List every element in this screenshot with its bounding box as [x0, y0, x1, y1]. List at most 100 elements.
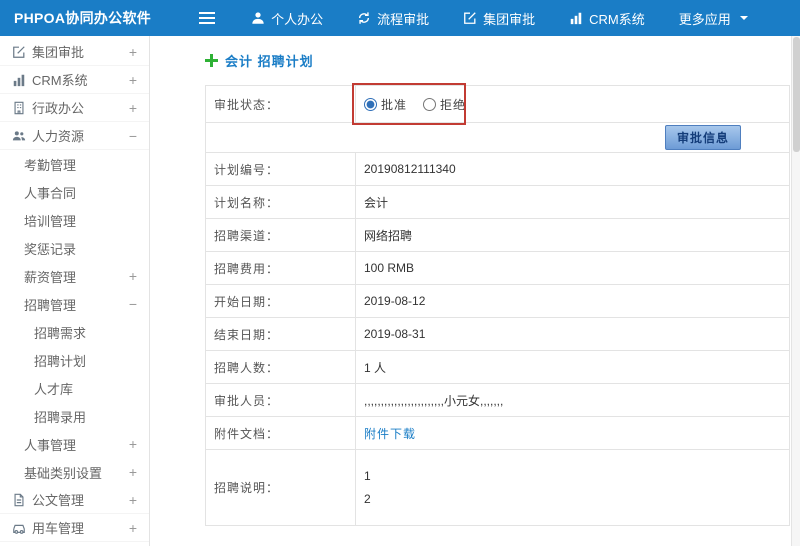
- sidebar-item-label: 用车管理: [32, 521, 85, 536]
- nav-label: 个人办公: [271, 11, 324, 27]
- sidebar-item-hr-contract[interactable]: 人事合同: [0, 178, 149, 206]
- sidebar-item-label: 基础类别设置: [24, 465, 103, 481]
- expand-icon[interactable]: +: [129, 72, 137, 88]
- sidebar-item-training-mgmt[interactable]: 培训管理: [0, 206, 149, 234]
- remark-line: 2: [364, 491, 371, 506]
- expand-icon[interactable]: +: [129, 492, 137, 508]
- sidebar-item-recruit-plan[interactable]: 招聘计划: [0, 346, 149, 374]
- nav-personal-office[interactable]: 个人办公: [251, 9, 323, 28]
- field-value: 批准 拒绝: [352, 83, 789, 125]
- page-title-text: 会计 招聘计划: [225, 54, 314, 69]
- table-row-action: 审批信息: [206, 123, 789, 153]
- sidebar-item-salary-mgmt[interactable]: 薪资管理 +: [0, 262, 149, 290]
- sidebar-item-reward-records[interactable]: 奖惩记录: [0, 234, 149, 262]
- sidebar-item-label: CRM系统: [32, 73, 88, 88]
- sidebar-item-label: 集团审批: [32, 45, 85, 60]
- table-row-headcount: 招聘人数： 1 人: [206, 351, 789, 384]
- table-row-recruit-channel: 招聘渠道： 网络招聘: [206, 219, 789, 252]
- sidebar-item-document-mgmt[interactable]: 公文管理 +: [0, 486, 149, 514]
- table-row-approvers: 审批人员： ,,,,,,,,,,,,,,,,,,,,,,,,小元女,,,,,,,: [206, 384, 789, 417]
- field-value: ,,,,,,,,,,,,,,,,,,,,,,,,小元女,,,,,,,: [364, 393, 504, 408]
- expand-icon[interactable]: +: [129, 100, 137, 116]
- table-row-plan-number: 计划编号： 20190812111340: [206, 153, 789, 186]
- sidebar-item-label: 考勤管理: [24, 157, 77, 173]
- sidebar-item-label: 人事合同: [24, 185, 77, 201]
- field-label: 开始日期：: [206, 285, 356, 317]
- nav-workflow-approval[interactable]: 流程审批: [357, 9, 429, 28]
- approve-radio-label: 批准: [381, 97, 408, 112]
- attachment-download-link[interactable]: 附件下载: [364, 425, 416, 442]
- vertical-scrollbar[interactable]: [791, 36, 800, 546]
- nav-label: 更多应用: [678, 11, 731, 27]
- field-value: 1 人: [364, 360, 387, 375]
- top-navigation: 个人办公 流程审批 集团审批 CRM系统 更多应用: [251, 9, 749, 28]
- sidebar-item-group-approval[interactable]: 集团审批 +: [0, 38, 149, 66]
- expand-icon[interactable]: +: [129, 268, 137, 284]
- expand-icon[interactable]: +: [129, 44, 137, 60]
- approve-radio[interactable]: 批准: [364, 96, 407, 113]
- sidebar-item-recruit-demand[interactable]: 招聘需求: [0, 318, 149, 346]
- nav-label: 流程审批: [377, 11, 430, 27]
- field-label: 审批人员：: [206, 384, 356, 416]
- sidebar-item-label: 招聘计划: [34, 353, 87, 369]
- sidebar-item-label: 招聘需求: [34, 325, 87, 341]
- field-label: 招聘说明：: [206, 450, 356, 525]
- hamburger-menu-icon[interactable]: [199, 11, 216, 25]
- sidebar-item-label: 招聘管理: [24, 297, 77, 313]
- sidebar-item-admin-office[interactable]: 行政办公 +: [0, 94, 149, 122]
- sidebar-item-label: 人才库: [34, 381, 74, 397]
- sidebar-item-personnel-mgmt[interactable]: 人事管理 +: [0, 430, 149, 458]
- field-value: 2019-08-31: [364, 327, 426, 341]
- field-value: 20190812111340: [364, 162, 456, 176]
- nav-group-approval[interactable]: 集团审批: [463, 9, 535, 28]
- table-row-status: 审批状态： 批准 拒绝: [206, 83, 789, 125]
- sidebar-item-label: 招聘录用: [34, 409, 87, 425]
- expand-icon[interactable]: +: [129, 464, 137, 480]
- add-icon: [205, 54, 218, 67]
- topbar: PHPOA协同办公软件 个人办公 流程审批 集团审批 CRM系统 更多应用: [0, 0, 800, 36]
- expand-icon[interactable]: +: [129, 520, 137, 536]
- sidebar-item-vehicle-mgmt[interactable]: 用车管理 +: [0, 514, 149, 542]
- sidebar-item-label: 行政办公: [32, 101, 85, 116]
- sidebar-item-label: 公文管理: [32, 493, 85, 508]
- sidebar-item-recruitment-mgmt[interactable]: 招聘管理 −: [0, 290, 149, 318]
- sidebar-item-base-category-settings[interactable]: 基础类别设置 +: [0, 458, 149, 486]
- reject-radio-input[interactable]: [423, 97, 437, 111]
- sidebar-item-crm-system[interactable]: CRM系统 +: [0, 66, 149, 94]
- nav-crm-system[interactable]: CRM系统: [569, 9, 645, 28]
- table-row-start-date: 开始日期： 2019-08-12: [206, 285, 789, 318]
- nav-more-apps[interactable]: 更多应用: [679, 9, 749, 28]
- field-label: 计划编号：: [206, 153, 356, 185]
- users-icon: [12, 129, 32, 143]
- scrollbar-thumb[interactable]: [793, 37, 800, 152]
- field-value: 1 2: [356, 450, 789, 525]
- sidebar-item-talent-pool[interactable]: 人才库: [0, 374, 149, 402]
- chart-icon: [12, 73, 32, 87]
- sidebar-item-label: 薪资管理: [24, 269, 77, 285]
- field-value: 2019-08-12: [364, 294, 426, 308]
- doc-icon: [12, 493, 32, 507]
- approve-info-button[interactable]: 审批信息: [664, 125, 741, 150]
- sidebar-item-label: 培训管理: [24, 213, 77, 229]
- expand-icon[interactable]: +: [129, 436, 137, 452]
- field-label: 招聘费用：: [206, 252, 356, 284]
- page-title: 会计 招聘计划: [205, 51, 790, 70]
- collapse-icon[interactable]: −: [129, 128, 137, 144]
- sidebar-item-attendance-mgmt[interactable]: 考勤管理: [0, 150, 149, 178]
- remark-lines: 1 2: [364, 465, 371, 511]
- sidebar-item-human-resources[interactable]: 人力资源 −: [0, 122, 149, 150]
- field-value: 附件下载: [356, 417, 789, 449]
- approve-radio-input[interactable]: [364, 97, 377, 111]
- nav-label: 集团审批: [483, 11, 536, 27]
- reject-radio-label: 拒绝: [440, 97, 467, 112]
- person-icon: [251, 11, 265, 25]
- sidebar-item-recruit-hire[interactable]: 招聘录用: [0, 402, 149, 430]
- collapse-icon[interactable]: −: [129, 296, 137, 312]
- nav-label: CRM系统: [589, 11, 645, 27]
- field-label: 结束日期：: [206, 318, 356, 350]
- status-radio-group: 批准 拒绝: [364, 96, 466, 113]
- sidebar-item-label: 奖惩记录: [24, 241, 77, 257]
- table-row-recruit-cost: 招聘费用： 100 RMB: [206, 252, 789, 285]
- sidebar-item-label: 人事管理: [24, 437, 77, 453]
- reject-radio[interactable]: 拒绝: [423, 96, 466, 113]
